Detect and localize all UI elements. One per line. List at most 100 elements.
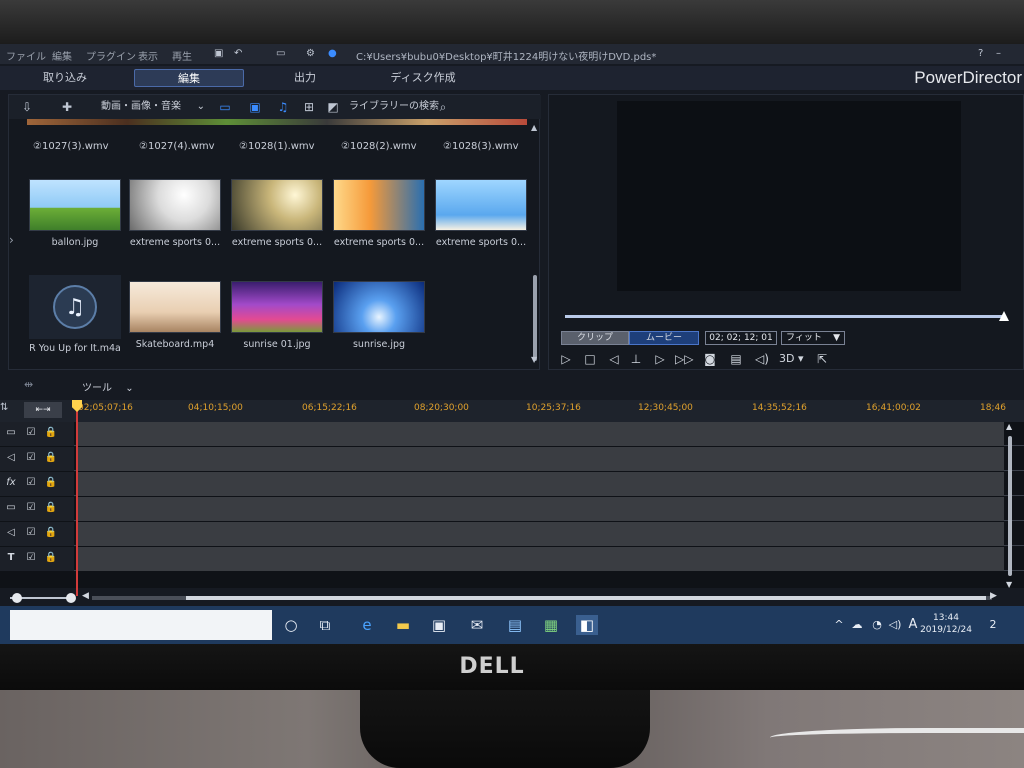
snap-icon[interactable]: ⇹	[24, 378, 33, 391]
playhead[interactable]	[76, 400, 78, 596]
timecode-display[interactable]: 02; 02; 12; 01	[705, 331, 777, 345]
next-frame-icon[interactable]: ▷	[651, 351, 669, 367]
scrollbar-thumb[interactable]	[1008, 436, 1012, 576]
tab-produce[interactable]: 出力	[264, 69, 346, 87]
zoom-slider-knob[interactable]	[12, 593, 22, 603]
lock-icon[interactable]: 🔒	[44, 426, 58, 440]
media-item-sunrise[interactable]: sunrise.jpg	[331, 281, 427, 350]
timeline-horizontal-scrollbar[interactable]	[92, 596, 992, 600]
lock-icon[interactable]: 🔒	[44, 551, 58, 565]
scroll-up-icon[interactable]: ▲	[531, 123, 537, 132]
track-enable-checkbox-icon[interactable]: ☑	[24, 451, 38, 465]
menu-plugin[interactable]: プラグイン	[86, 48, 136, 63]
video-filter-icon[interactable]: ▭	[217, 99, 233, 115]
media-item-skateboard[interactable]: Skateboard.mp4	[127, 281, 223, 350]
lock-icon[interactable]: 🔒	[44, 476, 58, 490]
media-item-ballon[interactable]: ballon.jpg	[27, 179, 123, 248]
image-filter-icon[interactable]: ▣	[247, 99, 263, 115]
menu-edit[interactable]: 編集	[52, 48, 72, 63]
library-scrollbar[interactable]: ▲ ▼	[531, 123, 539, 367]
clip-mode-button[interactable]: クリップ	[561, 331, 629, 345]
volume-icon[interactable]: ◁)	[753, 351, 771, 367]
track-enable-checkbox-icon[interactable]: ☑	[24, 501, 38, 515]
track-enable-checkbox-icon[interactable]: ☑	[24, 526, 38, 540]
fast-forward-icon[interactable]: ▷▷	[675, 351, 693, 367]
zoom-fit-dropdown[interactable]: フィット ▼	[781, 331, 845, 345]
lock-icon[interactable]: 🔒	[44, 501, 58, 515]
track-lane[interactable]	[76, 547, 1004, 571]
media-label[interactable]: ②1027(4).wmv	[139, 141, 215, 152]
undo-icon[interactable]: ↶	[234, 48, 242, 59]
track-lane[interactable]	[76, 522, 1004, 546]
media-item-extreme-sports-3[interactable]: extreme sports 0...	[331, 179, 427, 248]
lock-icon[interactable]: 🔒	[44, 451, 58, 465]
media-label[interactable]: ②1028(1).wmv	[239, 141, 315, 152]
previous-frame-icon[interactable]: ◁	[605, 351, 623, 367]
minimize-button[interactable]: –	[996, 48, 1001, 59]
3d-mode-button[interactable]: 3D ▾	[779, 351, 809, 367]
slider-knob[interactable]	[999, 311, 1009, 321]
taskbar-clock[interactable]: 13:44 2019/12/24	[918, 612, 974, 636]
media-item-extreme-sports-2[interactable]: extreme sports 0...	[229, 179, 325, 248]
track-lane[interactable]	[76, 447, 1004, 471]
tab-edit[interactable]: 編集	[134, 69, 244, 87]
media-label[interactable]: ②1028(2).wmv	[341, 141, 417, 152]
edge-browser-icon[interactable]: e	[356, 615, 378, 635]
tab-capture[interactable]: 取り込み	[24, 69, 106, 87]
powerdirector-taskbar-icon[interactable]: ◧	[576, 615, 598, 635]
notification-bell-icon[interactable]: ●	[328, 48, 337, 59]
media-label[interactable]: ②1028(3).wmv	[443, 141, 519, 152]
subtitle-icon[interactable]: ▤	[727, 351, 745, 367]
track-manager-icon[interactable]: ⇅	[0, 402, 18, 418]
track-enable-checkbox-icon[interactable]: ☑	[24, 476, 38, 490]
cortana-icon[interactable]: ○	[280, 615, 302, 635]
media-item-extreme-sports-1[interactable]: extreme sports 0...	[127, 179, 223, 248]
scrollbar-thumb[interactable]	[186, 596, 986, 600]
file-explorer-icon[interactable]: ▬	[392, 615, 414, 635]
scroll-down-icon[interactable]: ▼	[531, 355, 537, 364]
mail-icon[interactable]: ✉	[466, 615, 488, 635]
onedrive-icon[interactable]: ☁	[850, 618, 864, 632]
search-icon[interactable]: ⌕	[435, 99, 451, 115]
scroll-left-icon[interactable]: ◀	[82, 591, 89, 601]
plugin-icon[interactable]: ✚	[59, 99, 75, 115]
media-label[interactable]: ②1027(3).wmv	[33, 141, 109, 152]
scroll-up-icon[interactable]: ▲	[1006, 422, 1012, 431]
music-filter-icon[interactable]: ♫	[275, 99, 291, 115]
excel-like-app-icon[interactable]: ▦	[540, 615, 562, 635]
tab-create-disc[interactable]: ディスク作成	[380, 69, 466, 87]
track-enable-checkbox-icon[interactable]: ☑	[24, 551, 38, 565]
media-item-extreme-sports-4[interactable]: extreme sports 0...	[433, 179, 529, 248]
timeline-vertical-scrollbar[interactable]: ▲ ▼	[1006, 422, 1014, 589]
grid-view-icon[interactable]: ⊞	[301, 99, 317, 115]
action-center-icon[interactable]: 2	[984, 616, 1002, 634]
zoom-slider-end[interactable]	[66, 593, 76, 603]
media-filter-dropdown[interactable]: 動画・画像・音楽 ⌄	[101, 99, 209, 115]
photos-app-icon[interactable]: ▤	[504, 615, 526, 635]
tools-menu[interactable]: ツール ⌄	[82, 379, 134, 394]
import-media-icon[interactable]: ⇩	[19, 99, 35, 115]
playback-slider[interactable]	[565, 311, 1009, 321]
aspect-ratio-icon[interactable]: ▭	[276, 48, 285, 59]
menu-view[interactable]: 表示	[138, 48, 158, 63]
menu-file[interactable]: ファイル	[6, 48, 46, 63]
show-hidden-icons-icon[interactable]: ^	[832, 618, 846, 632]
scroll-right-icon[interactable]: ▶	[990, 591, 997, 601]
snapshot-icon[interactable]: ◙	[701, 351, 719, 367]
split-icon[interactable]: ⊥	[627, 351, 645, 367]
media-item-sunrise-01[interactable]: sunrise 01.jpg	[229, 281, 325, 350]
expand-panel-icon[interactable]: ›	[9, 233, 23, 247]
store-icon[interactable]: ▣	[428, 615, 450, 635]
track-enable-checkbox-icon[interactable]: ☑	[24, 426, 38, 440]
media-item-music[interactable]: ♫ R You Up for It.m4a	[27, 275, 123, 354]
fit-timeline-icon[interactable]: ⇤⇥	[24, 402, 62, 418]
library-search-button[interactable]: ライブラリーの検索	[349, 99, 439, 115]
track-lane[interactable]	[76, 422, 1004, 446]
library-menu-icon[interactable]: ◩	[325, 99, 341, 115]
lock-icon[interactable]: 🔒	[44, 526, 58, 540]
track-lane[interactable]	[76, 472, 1004, 496]
help-button[interactable]: ?	[978, 48, 983, 59]
track-lane[interactable]	[76, 497, 1004, 521]
settings-icon[interactable]: ⚙	[306, 48, 315, 59]
scroll-down-icon[interactable]: ▼	[1006, 580, 1012, 589]
